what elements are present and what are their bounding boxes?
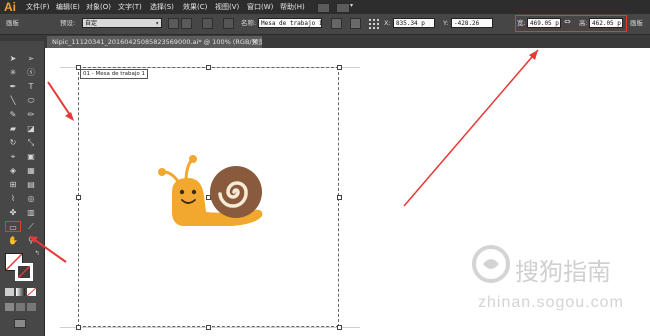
annotation-arrow [47,81,73,119]
watermark-url: zhinan.sogou.com [478,294,624,311]
watermark-logo-icon [471,244,511,286]
arrow-head-icon [65,112,74,121]
annotation-arrow [403,49,539,207]
watermark-text: 搜狗指南 [515,258,611,286]
annotation-arrow [31,237,67,263]
